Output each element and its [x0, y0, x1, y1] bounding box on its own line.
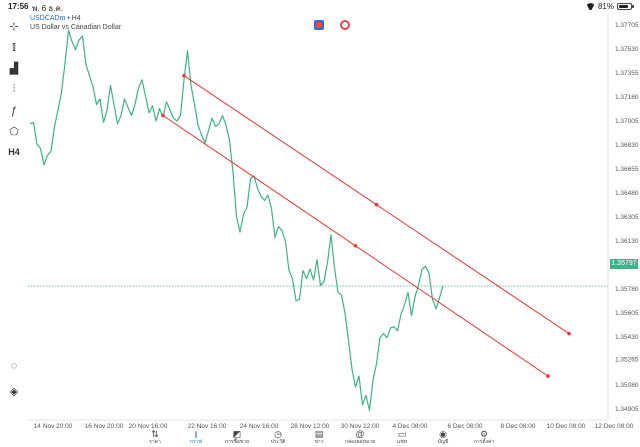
- y-tick-label: 1.37530: [615, 46, 639, 53]
- y-tick-label: 1.36130: [615, 238, 639, 245]
- history-icon: ◷: [274, 429, 282, 439]
- tab-label: ประวัติ: [270, 439, 286, 445]
- x-tick-label: 28 Nov 12:00: [291, 423, 330, 430]
- channel-anchor-point: [567, 331, 571, 336]
- tab-history[interactable]: ◷ ประวัติ: [256, 430, 300, 446]
- y-tick-label: 1.37005: [615, 118, 639, 125]
- x-tick-label: 22 Nov 16:00: [188, 423, 227, 430]
- channel-anchor-point: [161, 113, 165, 118]
- x-tick-label: 14 Nov 20:00: [34, 423, 73, 430]
- tab-settings[interactable]: ⚙ การตั้งค่า: [462, 430, 506, 446]
- tab-label: การซื้อขาย: [224, 439, 250, 445]
- news-icon: ▤: [314, 429, 324, 439]
- tab-label: บัญชี: [437, 439, 449, 445]
- channel-mid-point: [374, 202, 379, 207]
- tab-quotes[interactable]: ⇅ ราคา: [133, 430, 177, 446]
- y-tick-label: 1.37355: [615, 70, 639, 77]
- y-tick-label: 1.35080: [615, 382, 639, 389]
- tab-label: ราคา: [149, 439, 161, 445]
- y-tick-label: 1.36655: [615, 166, 639, 173]
- x-tick-label: 8 Dec 08:00: [500, 423, 535, 430]
- last-price-badge: 1.35797: [610, 259, 638, 269]
- tab-mailbox[interactable]: @ กล่องจดหมาย: [338, 430, 382, 446]
- x-tick-label: 24 Nov 16:00: [240, 423, 279, 430]
- x-tick-label: 20 Nov 16:00: [129, 423, 168, 430]
- tab-trade[interactable]: ◩ การซื้อขาย: [215, 430, 259, 446]
- y-tick-label: 1.37180: [615, 94, 639, 101]
- mailbox-icon: @: [355, 429, 365, 439]
- tab-news[interactable]: ▤ ข่าว: [297, 430, 341, 446]
- x-tick-label: 10 Dec 08:00: [547, 423, 586, 430]
- chat-tab-icon: ▭: [397, 429, 407, 439]
- y-tick-label: 1.36830: [615, 142, 639, 149]
- chart-icon: ⫾: [194, 429, 198, 439]
- y-tick-label: 1.36480: [615, 190, 639, 197]
- x-tick-label: 6 Dec 08:00: [447, 423, 482, 430]
- y-tick-label: 1.35605: [615, 310, 639, 317]
- tab-label: กราฟ: [189, 439, 203, 445]
- account-icon: ◉: [439, 429, 447, 439]
- channel-anchor-point: [182, 73, 186, 78]
- y-tick-label: 1.36305: [615, 214, 639, 221]
- channel-mid-point: [353, 244, 358, 248]
- settings-icon: ⚙: [479, 429, 489, 439]
- tab-account[interactable]: ◉ บัญชี: [421, 430, 465, 446]
- y-tick-label: 1.35265: [615, 356, 639, 363]
- tab-label: กล่องจดหมาย: [344, 439, 376, 445]
- y-tick-label: 1.35780: [615, 286, 639, 293]
- y-tick-label: 1.35430: [615, 334, 639, 341]
- tab-label: แชท: [397, 439, 407, 445]
- quotes-icon: ⇅: [151, 429, 159, 439]
- y-tick-label: 1.34905: [615, 406, 639, 413]
- tab-label: การตั้งค่า: [473, 439, 495, 445]
- x-tick-label: 12 Dec 08:00: [595, 423, 634, 430]
- tab-chart[interactable]: ⫾ กราฟ: [174, 430, 218, 446]
- tab-label: ข่าว: [314, 439, 324, 445]
- channel-anchor-point: [546, 374, 550, 378]
- x-tick-label: 16 Nov 20:00: [85, 423, 124, 430]
- bottom-tab-bar: ⇅ ราคา ⫾ กราฟ ◩ การซื้อขาย ◷ ประวัติ ▤ ข่าว @ กล่อง…: [0, 430, 640, 447]
- y-tick-label: 1.37705: [615, 22, 639, 29]
- price-chart[interactable]: 1.37705 1.37530 1.37355 1.37180 1.37005 1.368…: [0, 0, 640, 447]
- tab-chat-tab[interactable]: ▭ แชท: [380, 430, 424, 446]
- price-line: [29, 29, 444, 411]
- trade-icon: ◩: [232, 429, 242, 439]
